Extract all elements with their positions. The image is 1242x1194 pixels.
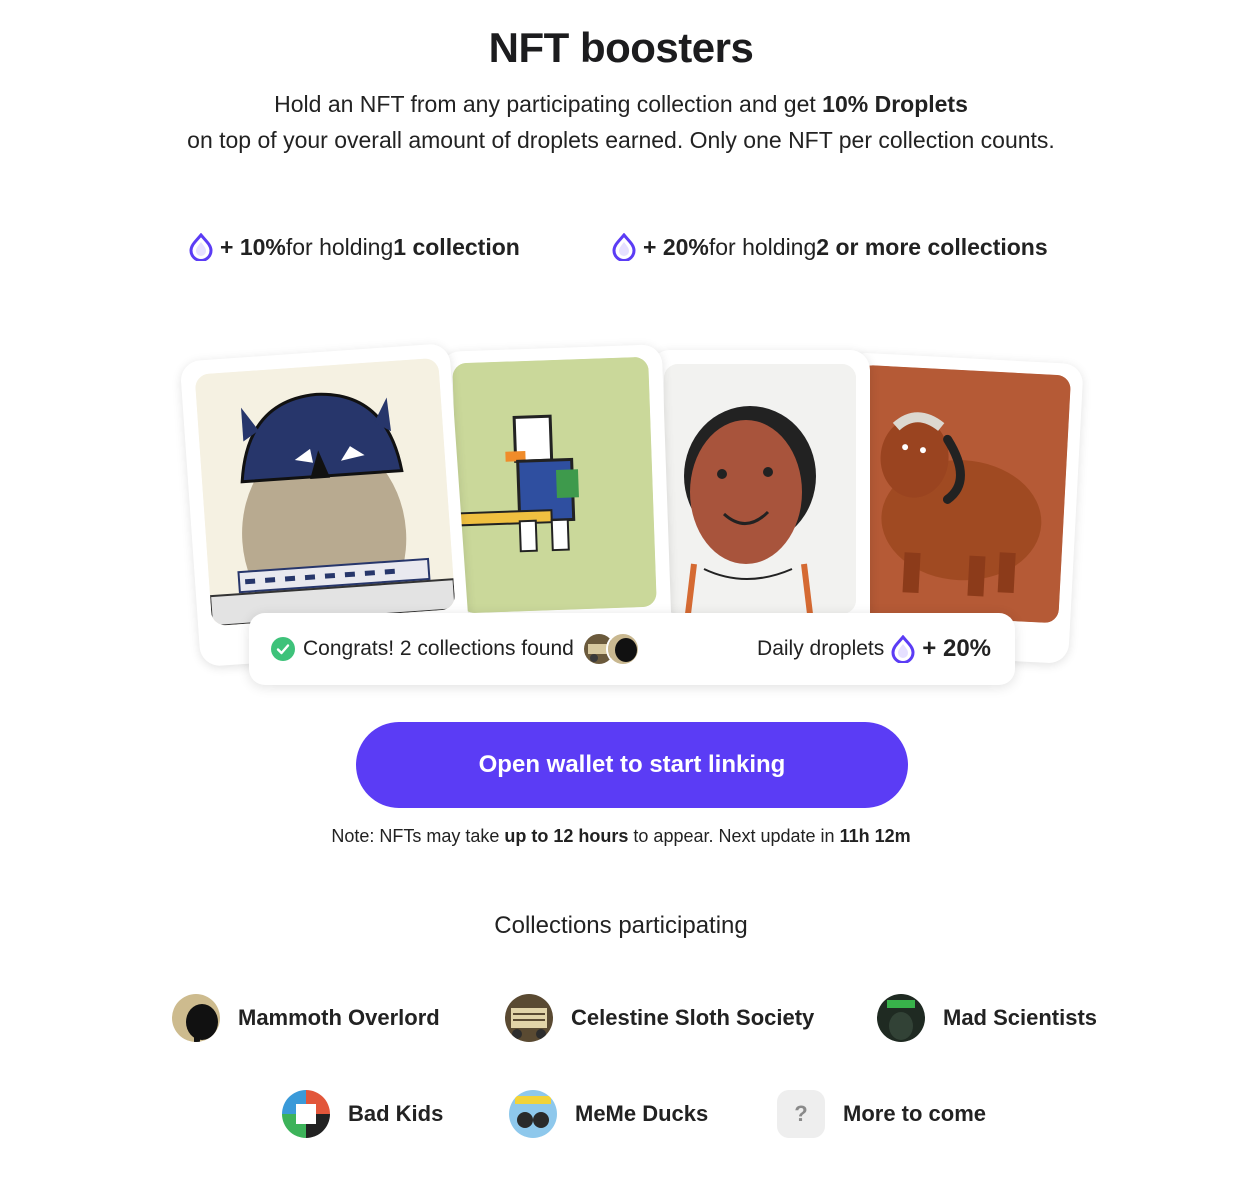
boost-text: for holding [285, 233, 394, 260]
note-text: Note: NFTs may take [331, 826, 505, 846]
collection-name: Celestine Sloth Society [571, 1005, 815, 1030]
subtitle-line-1: Hold an NFT from any participating colle… [0, 86, 1242, 122]
collection-celestine-sloth-society[interactable]: Celestine Sloth Society [505, 993, 814, 1043]
note-bold-duration: up to 12 hours [504, 826, 629, 846]
collection-name: Bad Kids [348, 1101, 444, 1126]
subtitle-text: Hold an NFT from any participating colle… [274, 91, 823, 117]
congrats-text: Congrats! 2 collections found [303, 637, 574, 660]
update-note: Note: NFTs may take up to 12 hours to ap… [0, 826, 1242, 847]
daily-droplets-value: + 20% [922, 635, 991, 662]
daily-droplets-group: Daily droplets + 20% [757, 613, 991, 685]
collections-found-bar: Congrats! 2 collections found Daily drop… [249, 613, 1015, 685]
open-wallet-button[interactable]: Open wallet to start linking [356, 722, 908, 808]
note-bold-countdown: 11h 12m [839, 826, 911, 846]
collection-mad-scientists[interactable]: Mad Scientists [877, 993, 1097, 1043]
page-title: NFT boosters [488, 24, 754, 71]
face-drawing-illustration [664, 364, 856, 614]
bird-illustration [194, 357, 456, 627]
collection-mammoth-overlord[interactable]: Mammoth Overlord [172, 993, 440, 1043]
boost-bold: 2 or more collections [816, 233, 1048, 260]
check-circle-icon [271, 637, 295, 661]
meme-ducks-avatar [509, 1090, 557, 1138]
page-subtitle: Hold an NFT from any participating colle… [0, 86, 1242, 158]
daily-droplets-label: Daily droplets [757, 637, 885, 660]
subtitle-bold: 10% Droplets [822, 91, 968, 117]
droplet-icon [891, 635, 915, 663]
droplet-icon [612, 233, 636, 261]
boost-tier-2: + 20% for holding 2 or more collections [611, 228, 1048, 266]
subtitle-line-2: on top of your overall amount of droplet… [187, 127, 1055, 153]
collection-name: MeMe Ducks [575, 1101, 709, 1126]
collection-name: Mad Scientists [943, 1005, 1098, 1030]
found-collection-avatars [581, 632, 640, 666]
question-mark-icon: ? [777, 1090, 825, 1138]
mammoth-illustration [846, 364, 1072, 624]
bad-kids-avatar [282, 1090, 330, 1138]
pixel-duck-illustration [452, 356, 657, 614]
collection-name: Mammoth Overlord [238, 1005, 440, 1030]
boost-text: for holding [708, 233, 817, 260]
boost-tier-1: + 10% for holding 1 collection [188, 228, 520, 266]
boost-amount: + 20% [643, 233, 709, 260]
congrats-group: Congrats! 2 collections found [271, 613, 640, 685]
mad-scientists-avatar [877, 994, 925, 1042]
celestine-sloth-avatar [505, 994, 553, 1042]
mammoth-overlord-avatar [172, 994, 220, 1042]
note-text: to appear. Next update in [628, 826, 840, 846]
droplet-icon [189, 233, 213, 261]
collections-title: Collections participating [494, 912, 748, 939]
collection-more-to-come: ? More to come [777, 1089, 986, 1139]
boost-amount: + 10% [220, 233, 286, 260]
nft-card-pixel-duck [439, 344, 673, 654]
collection-meme-ducks[interactable]: MeMe Ducks [509, 1089, 708, 1139]
nft-card-drawing [650, 350, 870, 650]
collection-bad-kids[interactable]: Bad Kids [282, 1089, 443, 1139]
mammoth-avatar [605, 632, 640, 666]
boost-bold: 1 collection [393, 233, 520, 260]
collection-name: More to come [843, 1101, 987, 1126]
